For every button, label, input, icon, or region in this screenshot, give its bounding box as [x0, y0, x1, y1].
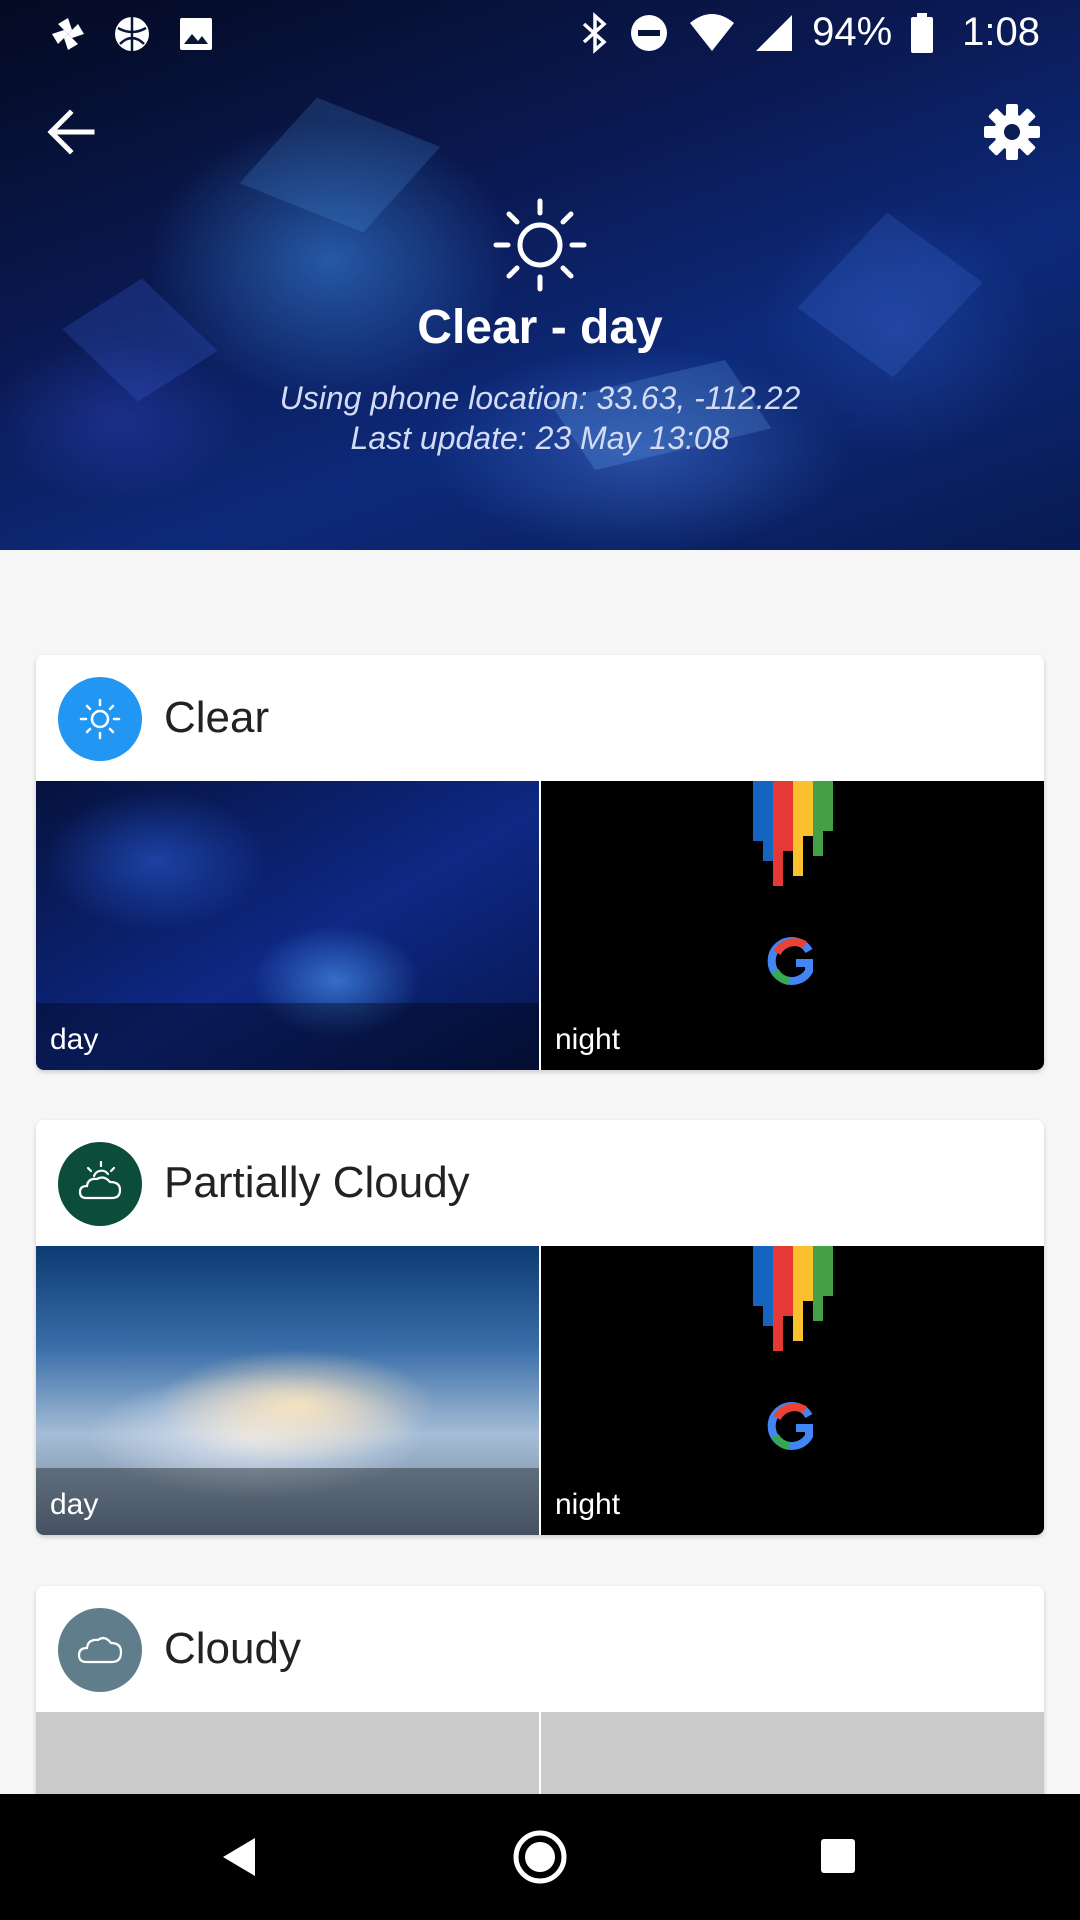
- partly-cloudy-icon: [78, 1160, 122, 1200]
- card-title: Cloudy: [164, 1624, 301, 1673]
- night-wallpaper-thumbnail[interactable]: night: [541, 1246, 1044, 1535]
- back-triangle-icon[interactable]: [215, 1832, 265, 1882]
- home-circle-icon[interactable]: [512, 1829, 568, 1885]
- sun-icon: [493, 198, 587, 292]
- condition-badge: [58, 677, 142, 761]
- signal-icon: [756, 14, 793, 51]
- bluetooth-icon: [582, 11, 607, 54]
- current-condition-title: Clear - day: [417, 301, 663, 354]
- basketball-icon: [115, 17, 149, 51]
- arrow-back-icon: [47, 109, 95, 155]
- settings-button[interactable]: [980, 100, 1044, 164]
- do-not-disturb-icon: [631, 14, 668, 51]
- last-update-text: Last update: 23 May 13:08: [350, 420, 730, 456]
- pinwheel-icon: [52, 18, 84, 50]
- card-title: Clear: [164, 693, 270, 742]
- condition-card-clear[interactable]: Clear day night: [36, 655, 1044, 1070]
- status-bar: 94% 1:08: [0, 0, 1080, 64]
- battery-percent: 94%: [812, 10, 893, 54]
- sun-icon: [79, 698, 121, 740]
- system-nav-bar: [0, 1794, 1080, 1920]
- image-label: night: [555, 1488, 621, 1521]
- cloud-icon: [77, 1636, 123, 1664]
- recents-square-icon[interactable]: [818, 1836, 858, 1876]
- image-label: day: [50, 1488, 99, 1521]
- image-icon: [180, 18, 212, 50]
- condition-card-partially-cloudy[interactable]: Partially Cloudy day night: [36, 1120, 1044, 1535]
- day-wallpaper-thumbnail[interactable]: day: [36, 1246, 539, 1535]
- day-wallpaper-thumbnail[interactable]: day: [36, 781, 539, 1070]
- battery-icon: [911, 12, 934, 53]
- gear-icon: [984, 104, 1040, 160]
- condition-badge: [58, 1608, 142, 1692]
- weather-header: 94% 1:08 Clear - day Using phone locatio…: [0, 0, 1080, 550]
- image-label: night: [555, 1023, 621, 1056]
- app-screen: 94% 1:08 Clear - day Using phone locatio…: [0, 0, 1080, 1920]
- clock: 1:08: [962, 10, 1040, 54]
- location-text: Using phone location: 33.63, -112.22: [279, 380, 801, 416]
- condition-badge: [58, 1142, 142, 1226]
- image-label: day: [50, 1023, 99, 1056]
- card-title: Partially Cloudy: [164, 1158, 470, 1207]
- back-button[interactable]: [40, 100, 104, 164]
- night-wallpaper-thumbnail[interactable]: night: [541, 781, 1044, 1070]
- wifi-icon: [690, 13, 735, 51]
